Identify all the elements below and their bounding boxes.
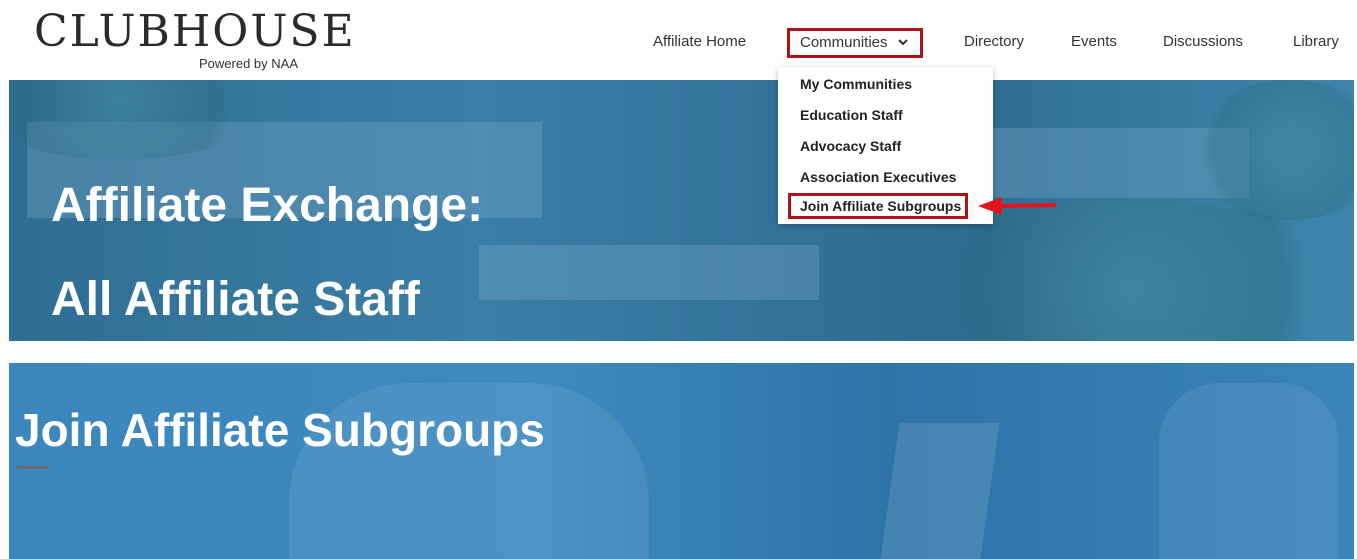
wood-plank-decoration <box>479 245 819 300</box>
nav-communities[interactable]: Communities <box>787 28 923 58</box>
communities-dropdown-menu: My Communities Education Staff Advocacy … <box>778 67 993 224</box>
section-title: Join Affiliate Subgroups <box>15 404 545 456</box>
foliage-decoration <box>1189 80 1354 220</box>
hero-banner-bottom: Join Affiliate Subgroups <box>9 363 1354 559</box>
site-header: CLUBHOUSE Powered by NAA Affiliate Home … <box>0 0 1357 80</box>
hero-title-line-1: Affiliate Exchange: <box>51 179 484 232</box>
nav-library[interactable]: Library <box>1293 28 1339 58</box>
arrow-left-icon <box>978 197 1057 215</box>
logo-tagline: Powered by NAA <box>199 56 298 71</box>
nav-events[interactable]: Events <box>1071 28 1117 58</box>
dropdown-item-join-affiliate-subgroups[interactable]: Join Affiliate Subgroups <box>788 193 969 219</box>
photo-figure-decoration <box>1159 383 1339 559</box>
nav-affiliate-home[interactable]: Affiliate Home <box>653 28 746 58</box>
photo-figure-decoration <box>878 423 1000 559</box>
hero-banner-top: Affiliate Exchange: All Affiliate Staff <box>9 80 1354 341</box>
nav-communities-label: Communities <box>800 34 888 51</box>
dropdown-item-my-communities[interactable]: My Communities <box>800 71 912 97</box>
dropdown-item-advocacy-staff[interactable]: Advocacy Staff <box>800 133 901 159</box>
hero-title-line-2: All Affiliate Staff <box>51 273 420 326</box>
nav-directory[interactable]: Directory <box>964 28 1024 58</box>
nav-discussions[interactable]: Discussions <box>1163 28 1243 58</box>
dropdown-item-education-staff[interactable]: Education Staff <box>800 102 903 128</box>
chevron-down-icon <box>897 39 908 46</box>
logo-wordmark: CLUBHOUSE <box>34 6 356 57</box>
title-underline <box>17 466 49 469</box>
dropdown-item-association-executives[interactable]: Association Executives <box>800 164 956 190</box>
clubhouse-logo[interactable]: CLUBHOUSE Powered by NAA <box>34 8 354 74</box>
